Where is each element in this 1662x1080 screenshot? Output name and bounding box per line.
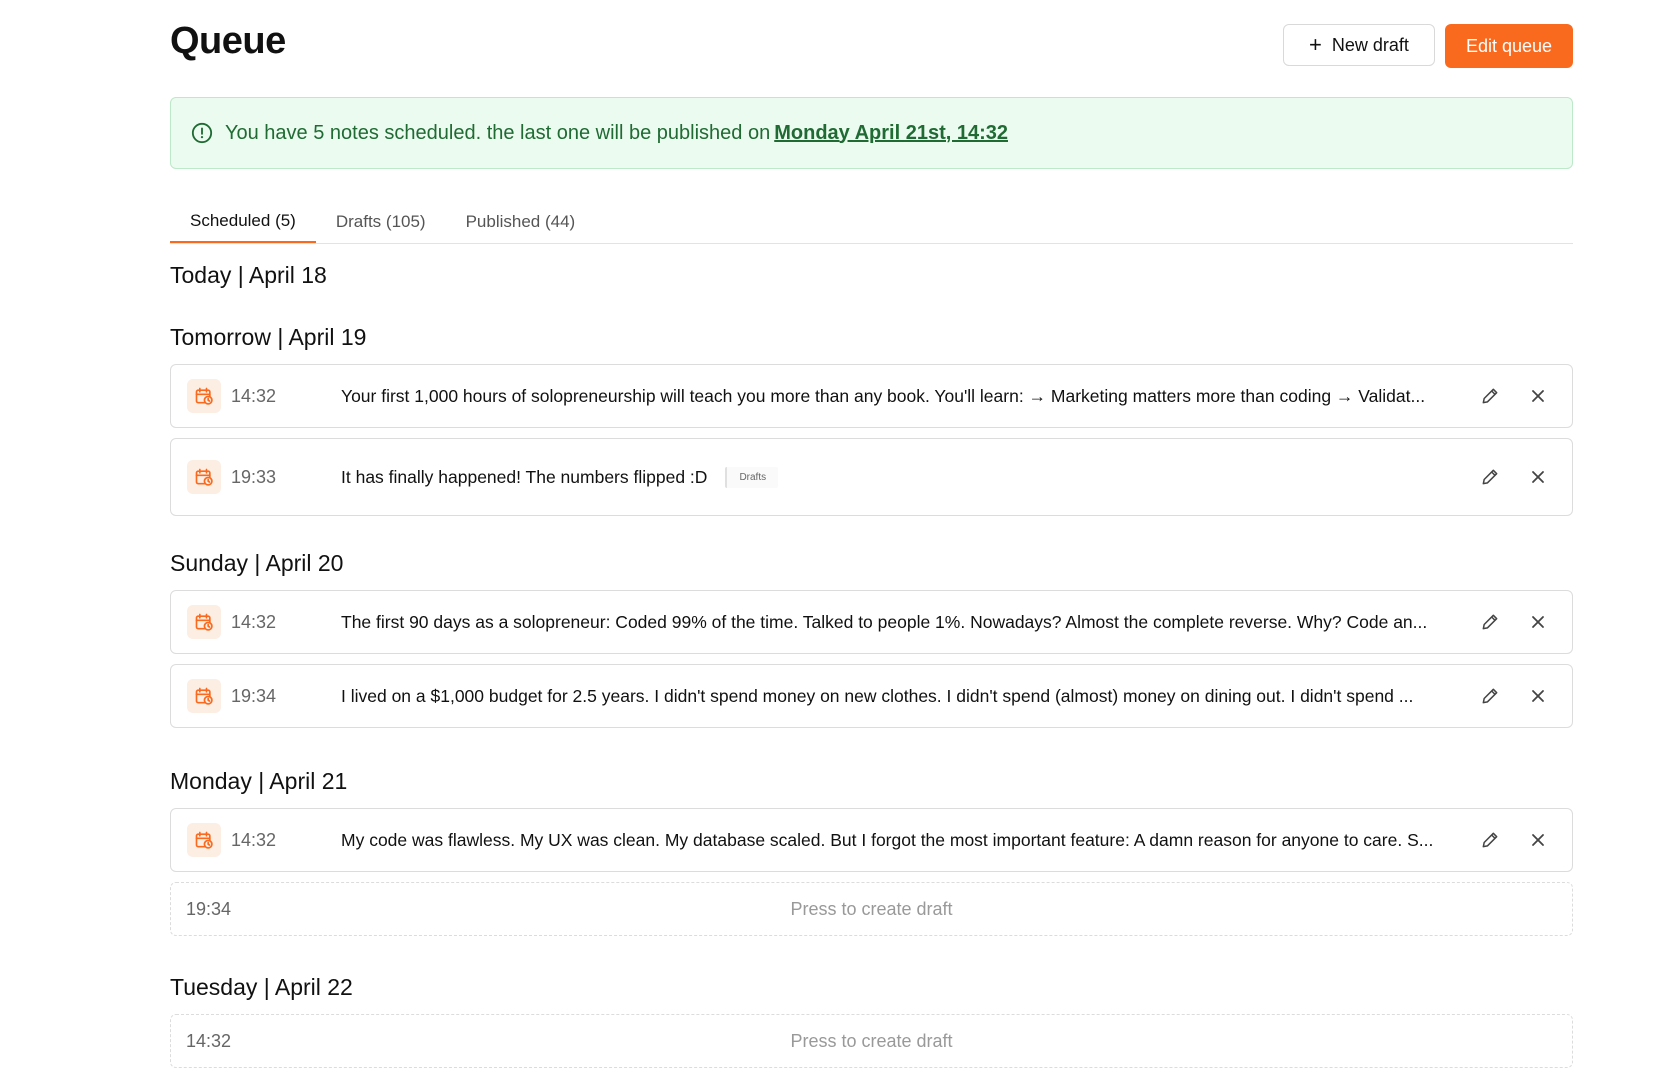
post-text: The first 90 days as a solopreneur: Code… (341, 611, 1428, 632)
tab-scheduled[interactable]: Scheduled (5) (170, 200, 316, 243)
edit-queue-button[interactable]: Edit queue (1445, 24, 1573, 68)
post-time: 14:32 (231, 385, 277, 406)
post-text: My code was flawless. My UX was clean. M… (341, 829, 1434, 850)
empty-slot[interactable]: 14:32 Press to create draft (170, 1014, 1573, 1068)
post-text: I lived on a $1,000 budget for 2.5 years… (341, 685, 1414, 706)
create-draft-prompt: Press to create draft (790, 898, 953, 919)
drafts-chip: Drafts (725, 466, 779, 488)
new-draft-label: New draft (1331, 34, 1409, 55)
tab-drafts[interactable]: Drafts (105) (316, 200, 446, 243)
empty-slot[interactable]: 19:34 Press to create draft (170, 882, 1573, 936)
page-title: Queue (170, 20, 286, 62)
day-heading-sunday: Sunday | April 20 (170, 550, 344, 576)
post-text: Your first 1,000 hours of solopreneurshi… (341, 385, 1426, 406)
scheduled-post-row[interactable]: 14:32 My code was flawless. My UX was cl… (170, 808, 1573, 872)
calendar-clock-icon (187, 605, 221, 639)
scheduled-post-row[interactable]: 14:32 Your first 1,000 hours of solopren… (170, 364, 1573, 428)
queue-tabs: Scheduled (5) Drafts (105) Published (44… (170, 200, 1573, 244)
schedule-info-banner: You have 5 notes scheduled. the last one… (170, 97, 1573, 169)
plus-icon: + (1309, 32, 1322, 57)
calendar-clock-icon (187, 379, 221, 413)
pencil-icon[interactable] (1478, 384, 1502, 408)
info-icon (191, 122, 213, 144)
post-text: It has finally happened! The numbers fli… (341, 466, 708, 487)
calendar-clock-icon (187, 679, 221, 713)
day-heading-tuesday: Tuesday | April 22 (170, 974, 353, 1000)
calendar-clock-icon (187, 823, 221, 857)
day-heading-tomorrow: Tomorrow | April 19 (170, 324, 367, 350)
pencil-icon[interactable] (1478, 684, 1502, 708)
pencil-icon[interactable] (1478, 465, 1502, 489)
tab-published[interactable]: Published (44) (446, 200, 596, 243)
banner-message: You have 5 notes scheduled. the last one… (225, 121, 771, 144)
close-icon[interactable] (1526, 684, 1550, 708)
post-time: 14:32 (231, 829, 277, 850)
day-heading-monday: Monday | April 21 (170, 768, 348, 794)
scheduled-post-row[interactable]: 19:34 I lived on a $1,000 budget for 2.5… (170, 664, 1573, 728)
post-time: 19:34 (231, 685, 277, 706)
create-draft-prompt: Press to create draft (790, 1030, 953, 1051)
last-publish-date-link[interactable]: Monday April 21st, 14:32 (774, 122, 1008, 145)
scheduled-post-row[interactable]: 14:32 The first 90 days as a solopreneur… (170, 590, 1573, 654)
post-time: 19:33 (231, 466, 277, 487)
calendar-clock-icon (187, 460, 221, 494)
pencil-icon[interactable] (1478, 828, 1502, 852)
new-draft-button[interactable]: + New draft (1283, 24, 1435, 66)
close-icon[interactable] (1526, 828, 1550, 852)
close-icon[interactable] (1526, 610, 1550, 634)
day-heading-today: Today | April 18 (170, 262, 327, 288)
close-icon[interactable] (1526, 384, 1550, 408)
pencil-icon[interactable] (1478, 610, 1502, 634)
post-time: 14:32 (231, 611, 277, 632)
scheduled-post-row[interactable]: 19:33 It has finally happened! The numbe… (170, 438, 1573, 516)
close-icon[interactable] (1526, 465, 1550, 489)
queue-page: Queue + New draft Edit queue You have 5 … (0, 0, 1662, 1080)
